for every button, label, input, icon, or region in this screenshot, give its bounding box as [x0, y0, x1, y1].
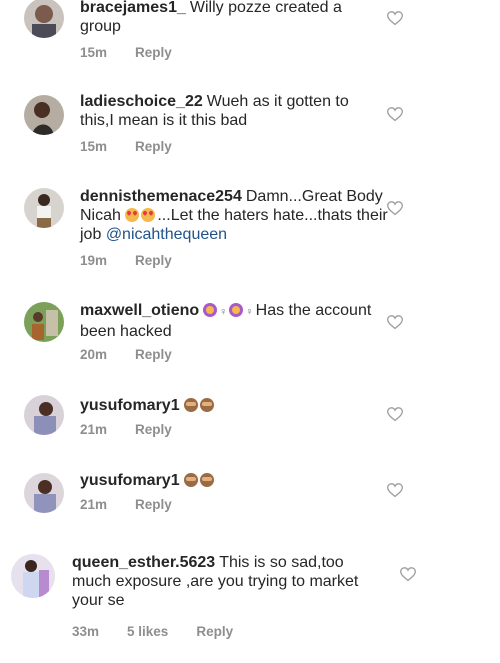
mention-link[interactable]: @nicahthequeen	[106, 226, 227, 243]
see-no-evil-monkey-icon	[199, 473, 214, 487]
comment-username[interactable]: yusufomary1	[80, 472, 180, 489]
like-heart-icon[interactable]	[387, 201, 403, 216]
comment-username[interactable]: queen_esther.5623	[72, 554, 215, 571]
comment-time: 19m	[80, 253, 108, 268]
avatar[interactable]	[11, 554, 55, 598]
woman-emoji-icon	[229, 303, 244, 317]
smiling-face-with-heart-eyes-icon	[125, 208, 140, 222]
see-no-evil-monkey-icon	[199, 398, 214, 412]
comment-meta: 21m Reply	[80, 497, 200, 512]
comment-text: yusufomary1	[80, 471, 380, 490]
comment-meta: 15m Reply	[80, 139, 200, 154]
reply-button[interactable]: Reply	[135, 497, 172, 512]
comment-time: 21m	[80, 422, 108, 437]
reply-button[interactable]: Reply	[135, 253, 172, 268]
comment-time: 15m	[80, 45, 108, 60]
comment-text: maxwell_otieno ♀ ♀ Has the account been hac…	[80, 301, 380, 341]
reply-button[interactable]: Reply	[135, 45, 172, 60]
avatar[interactable]	[24, 473, 64, 513]
reply-button[interactable]: Reply	[135, 347, 172, 362]
comment-username[interactable]: yusufomary1	[80, 397, 180, 414]
comment-time: 15m	[80, 139, 108, 154]
comment-text: ladieschoice_22 Wueh as it gotten to this…	[80, 92, 370, 130]
female-sign-icon: ♀	[245, 306, 254, 318]
like-heart-icon[interactable]	[387, 483, 403, 498]
comment-time: 33m	[72, 624, 100, 639]
avatar[interactable]	[24, 95, 64, 135]
avatar[interactable]	[24, 302, 64, 342]
like-heart-icon[interactable]	[387, 107, 403, 122]
female-sign-icon: ♀	[219, 306, 228, 318]
likes-count[interactable]: 5 likes	[127, 624, 168, 639]
comment-meta: 33m 5 likes Reply	[72, 624, 261, 639]
see-no-evil-monkey-icon	[183, 473, 198, 487]
avatar[interactable]	[24, 395, 64, 435]
avatar[interactable]	[24, 0, 64, 38]
comment-username[interactable]: dennisthemenace254	[80, 188, 242, 205]
like-heart-icon[interactable]	[400, 567, 416, 582]
avatar[interactable]	[24, 188, 64, 228]
like-heart-icon[interactable]	[387, 407, 403, 422]
woman-emoji-icon	[203, 303, 218, 317]
comment-time: 21m	[80, 497, 108, 512]
smiling-face-with-heart-eyes-icon	[141, 208, 156, 222]
comments-panel: bracejames1_ Willy pozze created a group …	[0, 0, 430, 540]
comment-text: dennisthemenace254 Damn...Great Body Nica…	[80, 187, 390, 244]
reply-button[interactable]: Reply	[196, 624, 233, 639]
comment-meta: 20m Reply	[80, 347, 200, 362]
comment-meta: 19m Reply	[80, 253, 200, 268]
comment-text: yusufomary1	[80, 396, 380, 415]
reply-button[interactable]: Reply	[135, 139, 172, 154]
comment-meta: 15m Reply	[80, 45, 200, 60]
reply-button[interactable]: Reply	[135, 422, 172, 437]
comment-meta: 21m Reply	[80, 422, 200, 437]
comment-username[interactable]: bracejames1_	[80, 0, 186, 16]
like-heart-icon[interactable]	[387, 315, 403, 330]
comment-text: bracejames1_ Willy pozze created a group	[80, 0, 380, 36]
like-heart-icon[interactable]	[387, 11, 403, 26]
comment-text: queen_esther.5623 This is so sad,too much…	[72, 553, 372, 610]
comment-username[interactable]: ladieschoice_22	[80, 93, 203, 110]
comment-time: 20m	[80, 347, 108, 362]
see-no-evil-monkey-icon	[183, 398, 198, 412]
comment-username[interactable]: maxwell_otieno	[80, 302, 199, 319]
